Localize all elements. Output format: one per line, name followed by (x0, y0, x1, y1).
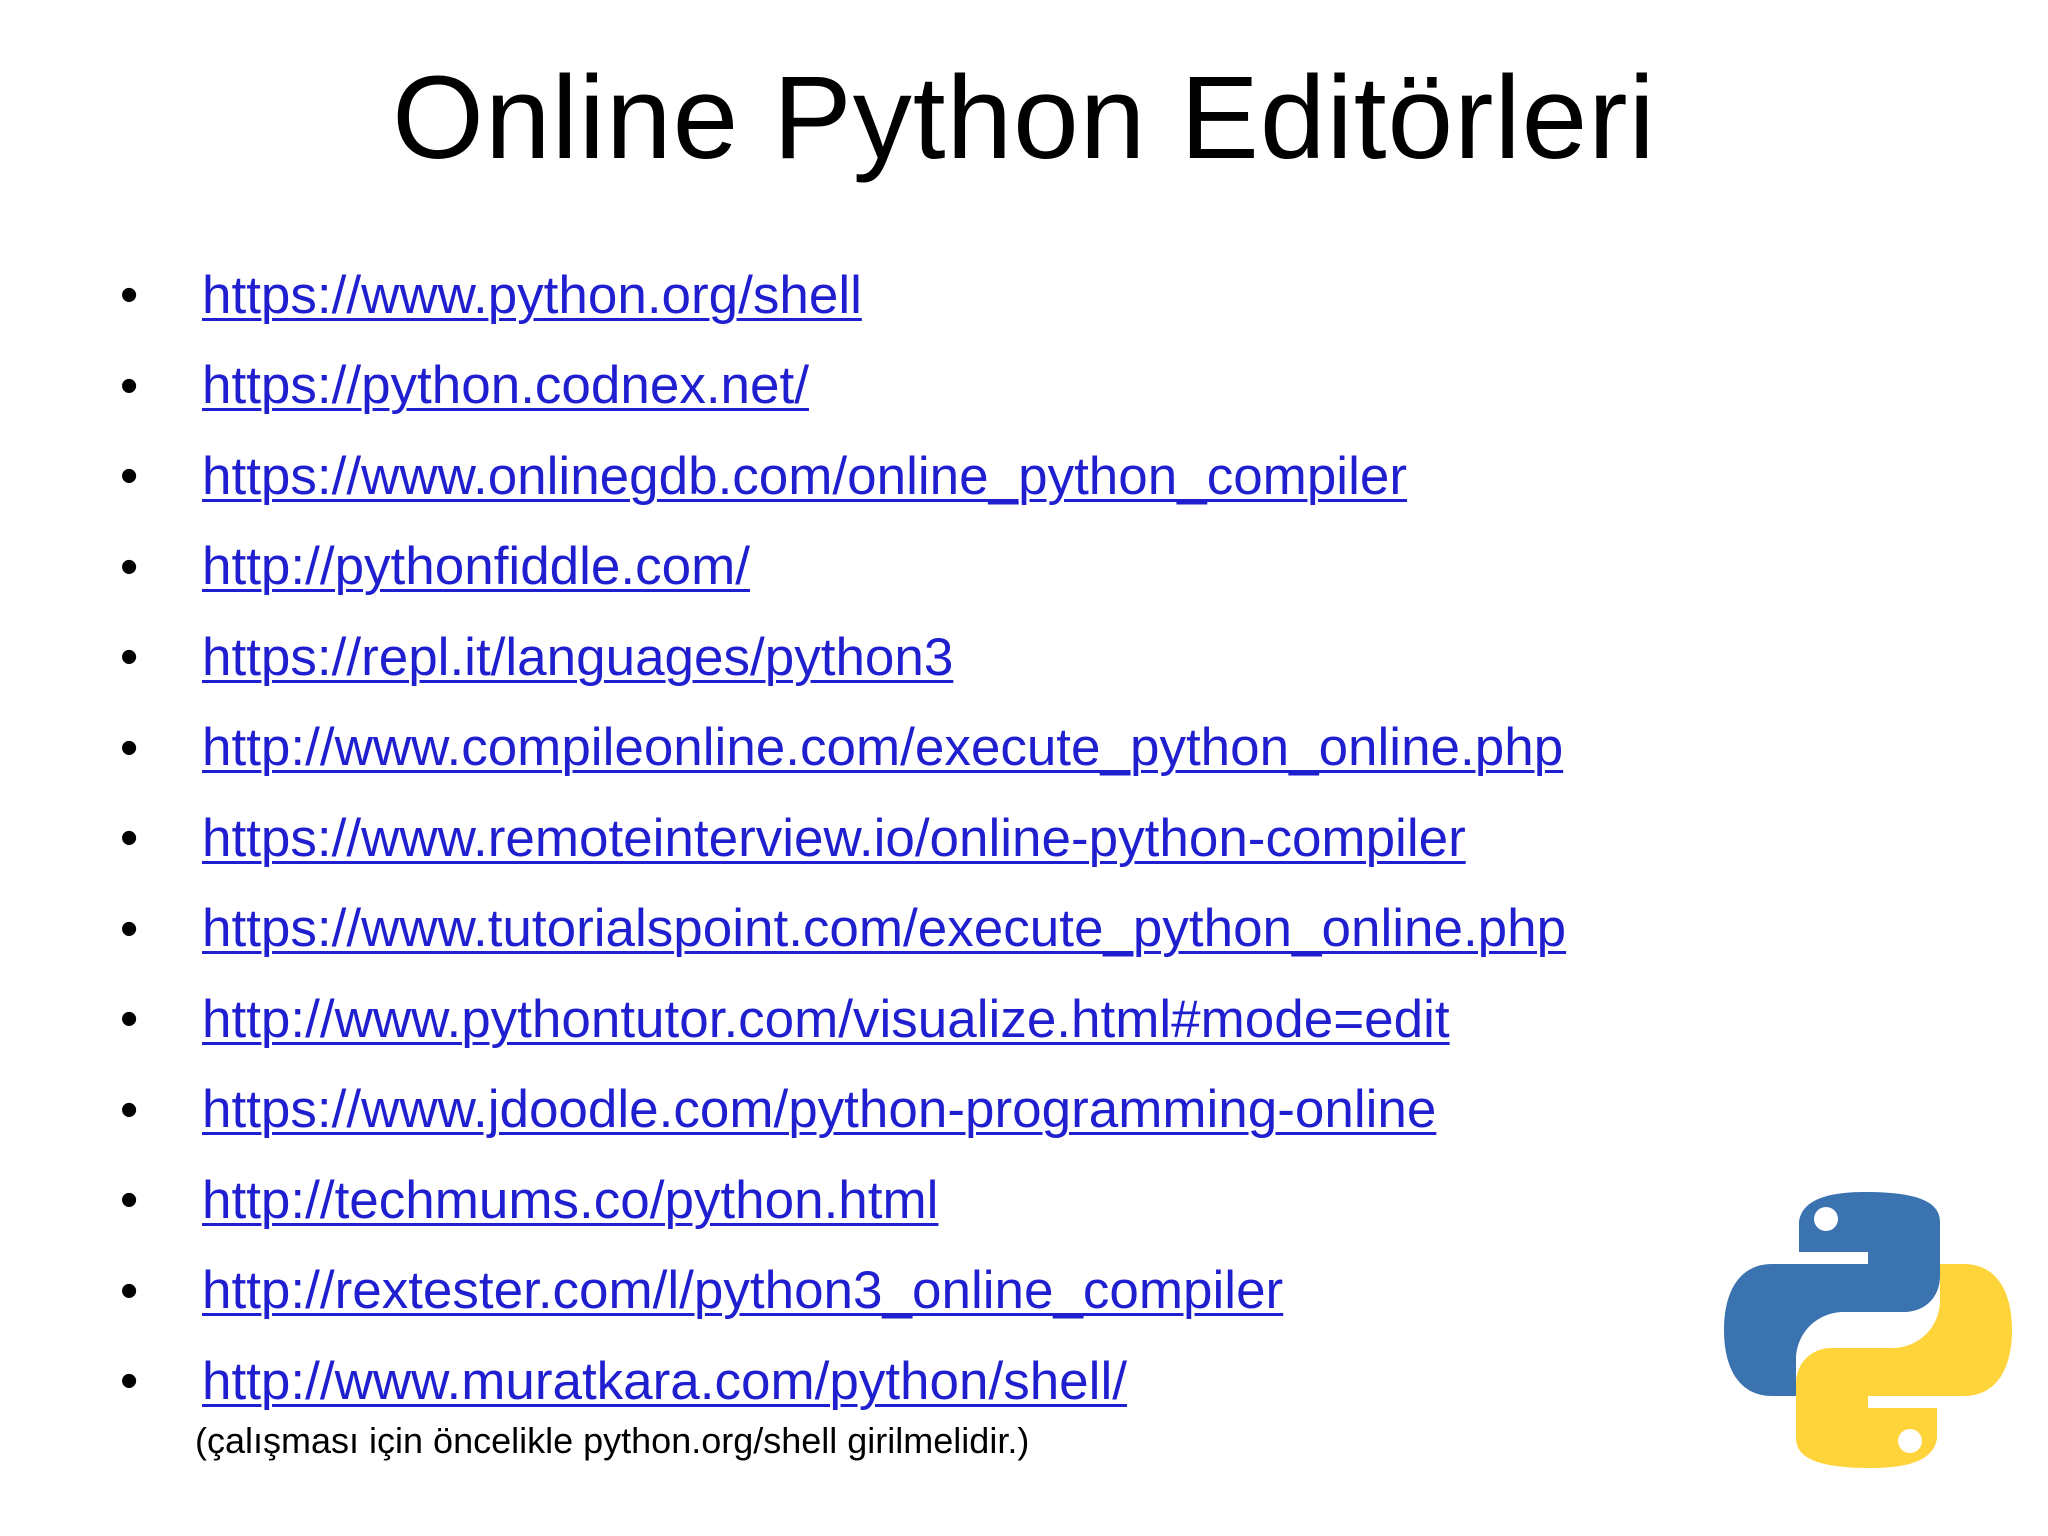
bullet: • (120, 447, 139, 506)
bullet: • (120, 1261, 139, 1320)
bullet: • (120, 718, 139, 777)
python-logo-icon (1724, 1192, 2012, 1468)
list-item: • https://www.jdoodle.com/python-program… (120, 1065, 1820, 1156)
link-techmums[interactable]: http://techmums.co/python.html (202, 1170, 938, 1231)
link-python-org-shell[interactable]: https://www.python.org/shell (202, 265, 862, 326)
list-item: • http://www.muratkara.com/python/shell/ (120, 1336, 1820, 1427)
list-item: • https://python.codnex.net/ (120, 341, 1820, 432)
link-codnex[interactable]: https://python.codnex.net/ (202, 355, 809, 416)
link-compileonline[interactable]: http://www.compileonline.com/execute_pyt… (202, 717, 1563, 778)
bullet: • (120, 809, 139, 868)
list-item: • https://www.python.org/shell (120, 250, 1820, 341)
link-muratkara[interactable]: http://www.muratkara.com/python/shell/ (202, 1351, 1127, 1412)
link-remoteinterview[interactable]: https://www.remoteinterview.io/online-py… (202, 808, 1466, 869)
link-jdoodle[interactable]: https://www.jdoodle.com/python-programmi… (202, 1079, 1436, 1140)
list-item: • https://www.remoteinterview.io/online-… (120, 793, 1820, 884)
list-item: • http://www.compileonline.com/execute_p… (120, 703, 1820, 794)
link-pythontutor[interactable]: http://www.pythontutor.com/visualize.htm… (202, 989, 1450, 1050)
bullet: • (120, 537, 139, 596)
link-rextester[interactable]: http://rextester.com/l/python3_online_co… (202, 1260, 1283, 1321)
list-item: • http://rextester.com/l/python3_online_… (120, 1246, 1820, 1337)
bullet: • (120, 1171, 139, 1230)
bullet: • (120, 266, 139, 325)
slide: Online Python Editörleri • https://www.p… (0, 0, 2048, 1536)
bullet: • (120, 899, 139, 958)
link-pythonfiddle[interactable]: http://pythonfiddle.com/ (202, 536, 750, 597)
link-repl-it[interactable]: https://repl.it/languages/python3 (202, 627, 953, 688)
slide-title: Online Python Editörleri (392, 52, 1656, 184)
python-logo-eye-bottom (1898, 1429, 1922, 1453)
list-item: • http://pythonfiddle.com/ (120, 522, 1820, 613)
link-onlinegdb[interactable]: https://www.onlinegdb.com/online_python_… (202, 446, 1407, 507)
link-tutorialspoint[interactable]: https://www.tutorialspoint.com/execute_p… (202, 898, 1566, 959)
bullet: • (120, 356, 139, 415)
list-item: • https://www.onlinegdb.com/online_pytho… (120, 431, 1820, 522)
bullet: • (120, 990, 139, 1049)
list-item: • http://www.pythontutor.com/visualize.h… (120, 974, 1820, 1065)
bullet: • (120, 1352, 139, 1411)
python-logo-eye-top (1814, 1207, 1838, 1231)
bullet: • (120, 1080, 139, 1139)
bullet: • (120, 628, 139, 687)
footnote: (çalışması için öncelikle python.org/she… (195, 1420, 1030, 1461)
link-list: • https://www.python.org/shell • https:/… (120, 250, 1820, 1427)
list-item: • https://repl.it/languages/python3 (120, 612, 1820, 703)
list-item: • https://www.tutorialspoint.com/execute… (120, 884, 1820, 975)
list-item: • http://techmums.co/python.html (120, 1155, 1820, 1246)
